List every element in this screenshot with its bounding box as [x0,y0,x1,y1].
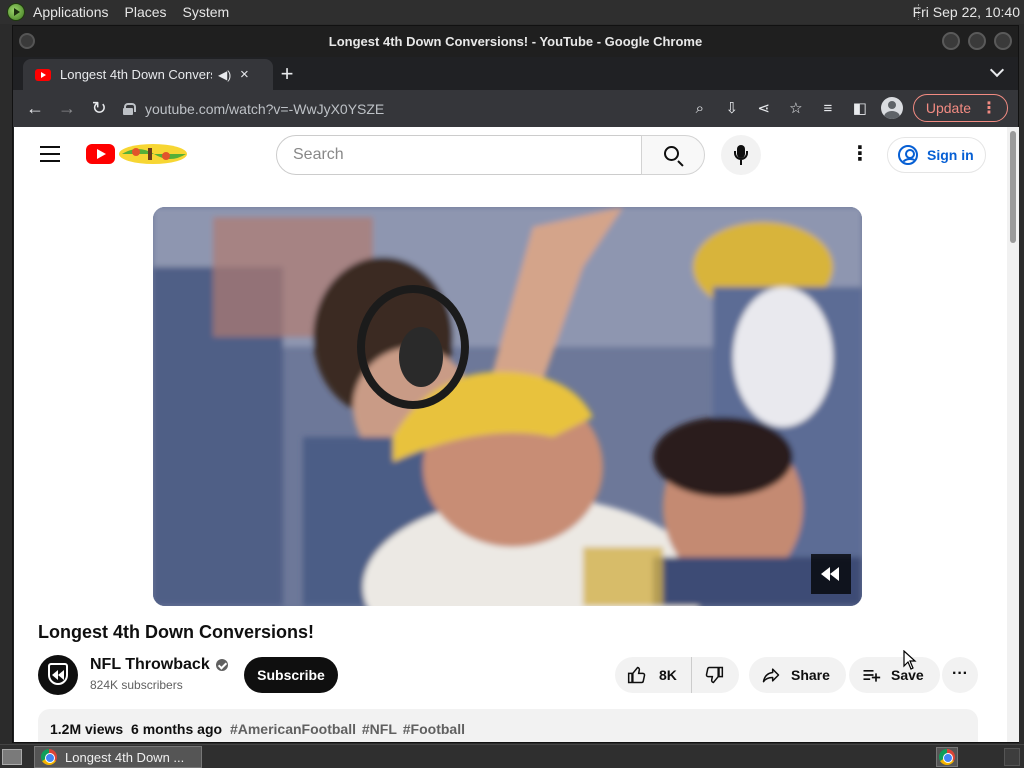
like-count: 8K [659,667,677,683]
taskbar-item-label: Longest 4th Down ... [65,749,185,765]
share-arrow-icon [762,668,780,683]
chrome-menu-icon[interactable]: ⋮ [981,98,997,118]
os-menu-applications[interactable]: Applications [33,4,109,20]
voice-search-button[interactable] [721,135,761,175]
bookmark-star-icon[interactable]: ☆ [785,99,807,117]
reload-button[interactable]: ↻ [83,98,115,119]
dislike-button[interactable] [692,657,736,693]
lock-icon[interactable] [123,102,136,115]
more-actions-button[interactable]: ··· [942,657,978,693]
hashtag-link[interactable]: #NFL [362,721,397,737]
mouse-cursor-icon [903,650,917,670]
new-tab-button[interactable]: + [275,61,299,87]
back-button[interactable]: ← [19,98,51,119]
forward-button[interactable]: → [51,98,83,119]
upload-age: 6 months ago [131,721,223,737]
window-menu-icon[interactable] [19,33,35,49]
os-clock[interactable]: Fri Sep 22, 10:40 [913,4,1020,20]
update-label: Update [925,100,971,116]
settings-more-button[interactable]: ⋮ [850,143,870,167]
os-taskbar: Longest 4th Down ... [0,744,1024,768]
search-input[interactable]: Search [276,135,642,175]
chrome-icon [939,749,955,765]
maximize-icon[interactable] [968,32,986,50]
view-count: 1.2M views [50,721,124,737]
save-button[interactable]: Save [849,657,940,693]
search-button[interactable] [641,135,705,175]
window-titlebar[interactable]: Longest 4th Down Conversions! - YouTube … [13,26,1018,57]
zoom-search-icon[interactable]: ⌕ [689,100,711,117]
video-player[interactable] [153,207,862,606]
update-button[interactable]: Update ⋮ [912,94,1008,122]
os-logo-icon[interactable] [7,3,25,21]
page-scrollbar[interactable] [1007,127,1019,742]
minimize-icon[interactable] [942,32,960,50]
media-control-icon[interactable]: ≡ [817,100,839,117]
hashtag-link[interactable]: #Football [403,721,465,737]
tab-close-button[interactable]: × [240,66,249,83]
youtube-logo-icon[interactable] [86,144,115,164]
tab-strip: Longest 4th Down Conversions! - YouTube … [13,57,1018,90]
url-text[interactable]: youtube.com/watch?v=-WwJyX0YSZE [145,101,384,117]
youtube-header: Search ⋮ Sign in [14,127,1007,183]
description-box[interactable]: 1.2M views 6 months ago #AmericanFootbal… [38,709,978,742]
video-frame [153,207,862,606]
window-title: Longest 4th Down Conversions! - YouTube … [328,34,703,49]
tray-chrome-button[interactable] [936,747,958,767]
chrome-icon [41,749,57,765]
thumbs-down-icon [705,666,723,684]
profile-avatar-icon[interactable] [880,97,903,119]
verified-check-icon [215,659,228,671]
search-icon [664,146,679,161]
os-menu-places[interactable]: Places [125,4,167,20]
taskbar-item-chrome[interactable]: Longest 4th Down ... [34,746,202,768]
hashtag-link[interactable]: #AmericanFootball [230,721,356,737]
side-panel-icon[interactable]: ◧ [849,99,871,117]
os-top-panel: Applications Places System Fri Sep 22, 1… [0,0,1024,24]
close-window-icon[interactable] [994,32,1012,50]
channel-name-text[interactable]: NFL Throwback [90,656,210,674]
rewind-icon[interactable] [811,554,851,594]
youtube-doodle-icon[interactable] [118,142,188,166]
subscribe-button[interactable]: Subscribe [244,657,338,693]
share-label: Share [791,667,830,683]
workspace-switcher[interactable] [1004,748,1020,766]
browser-toolbar: ← → ↻ youtube.com/watch?v=-WwJyX0YSZE ⌕ … [13,90,1018,127]
hamburger-menu-icon[interactable] [40,146,60,162]
tab-search-chevron-icon[interactable] [989,62,1005,78]
tab-title: Longest 4th Down Conversions! - YouTube [60,67,212,82]
video-title: Longest 4th Down Conversions! [38,622,315,642]
os-menu-system[interactable]: System [183,4,230,20]
sign-in-label: Sign in [927,147,974,163]
channel-avatar[interactable] [38,655,78,695]
show-desktop-icon[interactable] [2,749,22,765]
search-placeholder: Search [293,146,344,163]
like-button[interactable]: 8K [615,657,692,693]
subscriber-count: 824K subscribers [90,678,183,692]
thumbs-up-icon [627,666,646,684]
nfl-throwback-shield-icon [48,663,68,685]
youtube-favicon-icon [35,68,51,81]
channel-name[interactable]: NFL Throwback [90,656,228,674]
sign-in-button[interactable]: Sign in [887,137,986,173]
browser-window: Longest 4th Down Conversions! - YouTube … [12,25,1019,743]
like-dislike-group: 8K [615,657,739,693]
youtube-page: Search ⋮ Sign in Longest 4th Down Conver… [14,127,1007,742]
scrollbar-thumb[interactable] [1010,131,1016,243]
playlist-add-icon [863,670,881,682]
tab-youtube[interactable]: Longest 4th Down Conversions! - YouTube … [23,59,273,90]
install-app-icon[interactable]: ⇩ [721,99,743,117]
speaker-icon[interactable]: ◀) [218,68,232,82]
account-icon [898,145,918,165]
share-button[interactable]: Share [749,657,846,693]
share-icon[interactable]: ⋖ [753,99,775,117]
